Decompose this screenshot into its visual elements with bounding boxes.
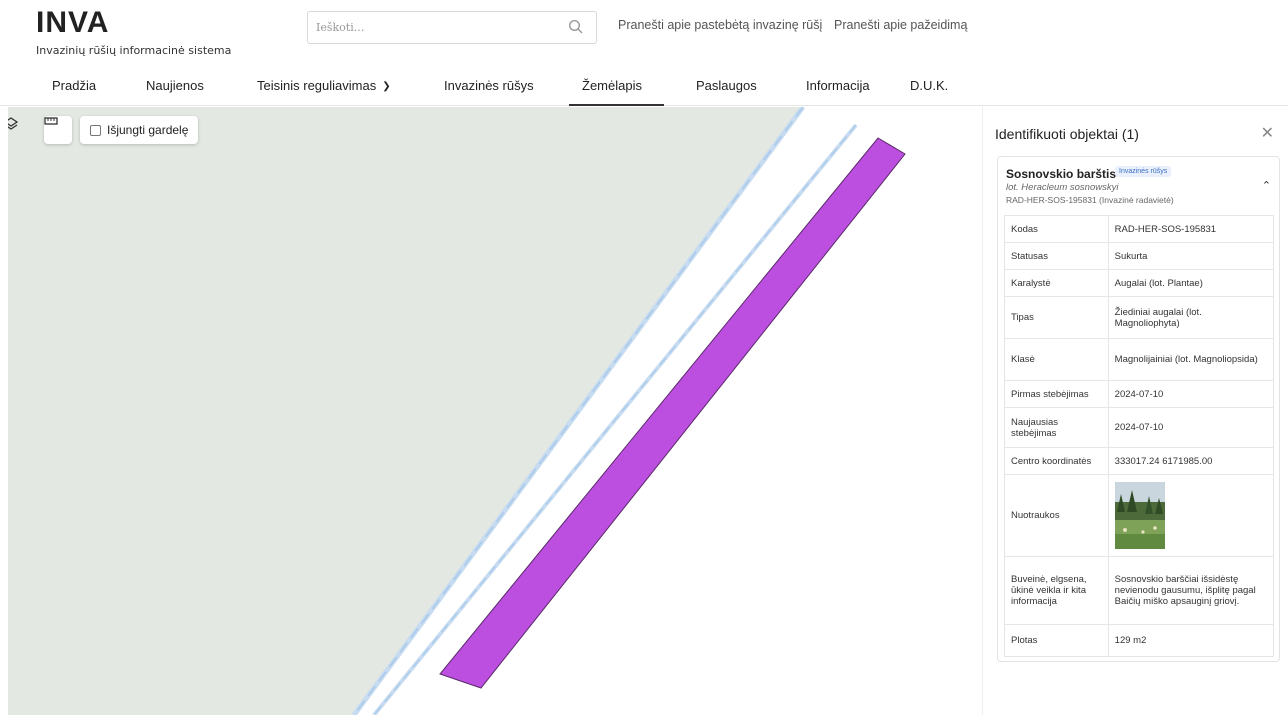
attr-value: Magnolijainiai (lot. Magnoliopsida) [1107,338,1275,381]
attr-key: Plotas [1004,624,1109,657]
attr-key: Nuotraukos [1004,474,1109,557]
attr-key: Centro koordinatės [1004,447,1109,475]
nav-item-faq[interactable]: D.U.K. [910,76,948,106]
site-header: INVA Invazinių rūšių informacinė sistema… [0,0,1288,106]
attr-value: Sukurta [1107,242,1275,270]
nav-item-services[interactable]: Paslaugos [696,76,757,106]
grid-toggle-label: Išjungti gardelę [107,123,189,137]
object-latin-name: lot. Heracleum sosnowskyi [1006,182,1119,193]
object-name: Sosnovskio barštis [1006,167,1117,181]
table-row: Kodas RAD-HER-SOS-195831 [1004,215,1275,243]
attr-key: Klasė [1004,338,1109,381]
table-row: Naujausias stebėjimas 2024-07-10 [1004,407,1275,448]
attr-value: 129 m2 [1107,624,1275,657]
table-row: Statusas Sukurta [1004,242,1275,270]
table-row: Buveinė, elgsena, ūkinė veikla ir kita i… [1004,556,1275,625]
nav-item-home[interactable]: Pradžia [52,76,96,106]
attr-value: 2024-07-10 [1107,380,1275,408]
logo[interactable]: INVA [36,8,109,38]
search-icon[interactable] [568,19,584,35]
attr-key: Naujausias stebėjimas [1004,407,1109,448]
chevron-down-icon: ❯ [382,81,391,92]
attributes-table: Kodas RAD-HER-SOS-195831 Statusas Sukurt… [1004,215,1275,657]
chevron-up-icon[interactable]: ⌃ [1262,179,1271,192]
site-subtitle: Invazinių rūšių informacinė sistema [36,44,232,57]
attr-key: Statusas [1004,242,1109,270]
grid-checkbox[interactable] [90,124,101,136]
panel-title: Identifikuoti objektai (1) [995,126,1139,142]
layers-button[interactable] [8,117,30,143]
search-input[interactable] [308,12,548,43]
table-row: Karalystė Augalai (lot. Plantae) [1004,269,1275,297]
attr-value: 2024-07-10 [1107,407,1275,448]
report-species-link[interactable]: Pranešti apie pastebėtą invazinę rūšį [618,18,822,32]
attr-value: RAD-HER-SOS-195831 [1107,215,1275,243]
attr-key: Buveinė, elgsena, ūkinė veikla ir kita i… [1004,556,1109,625]
object-code: RAD-HER-SOS-195831 (Invazinė radavietė) [1006,195,1174,205]
object-card: Sosnovskio barštis Invazinės rūšys lot. … [997,156,1280,662]
attr-value: Sosnovskio barščiai išsidėstę nevienodu … [1107,556,1275,625]
nav-item-legal[interactable]: Teisinis reguliavimas ❯ [257,76,391,106]
table-row: Klasė Magnolijainiai (lot. Magnoliopsida… [1004,338,1275,381]
layers-icon [8,117,18,130]
attr-key: Tipas [1004,296,1109,339]
measure-button[interactable] [44,116,72,144]
search-box [307,11,597,44]
attr-key: Karalystė [1004,269,1109,297]
table-row: Pirmas stebėjimas 2024-07-10 [1004,380,1275,408]
category-badge: Invazinės rūšys [1115,166,1172,177]
nav-item-map[interactable]: Žemėlapis [569,76,664,106]
ruler-icon [44,117,58,125]
nav-item-news[interactable]: Naujienos [146,76,204,106]
table-row: Nuotraukos [1004,474,1275,557]
attr-value: Augalai (lot. Plantae) [1107,269,1275,297]
nav-item-info[interactable]: Informacija [806,76,870,106]
attr-value: 333017.24 6171985.00 [1107,447,1275,475]
report-violation-link[interactable]: Pranešti apie pažeidimą [834,18,967,32]
attr-key: Kodas [1004,215,1109,243]
main-nav: Pradžia Naujienos Teisinis reguliavimas ❯… [0,76,1288,106]
nav-item-species[interactable]: Invazinės rūšys [444,76,534,106]
table-row: Tipas Žiediniai augalai (lot. Magnolioph… [1004,296,1275,339]
table-row: Plotas 129 m2 [1004,624,1275,657]
identify-panel: Identifikuoti objektai (1) ✕ Sosnovskio … [982,107,1288,715]
map-canvas[interactable]: Išjungti gardelę [8,107,982,715]
table-row: Centro koordinatės 333017.24 6171985.00 [1004,447,1275,475]
nav-item-legal-label: Teisinis reguliavimas [257,78,377,93]
close-icon[interactable]: ✕ [1261,123,1274,142]
attr-value: Žiediniai augalai (lot. Magnoliophyta) [1107,296,1275,339]
grid-toggle[interactable]: Išjungti gardelę [80,116,199,144]
attr-value [1107,474,1275,557]
attr-key: Pirmas stebėjimas [1004,380,1109,408]
map-layer [8,107,906,715]
photo-thumbnail[interactable] [1114,482,1165,549]
